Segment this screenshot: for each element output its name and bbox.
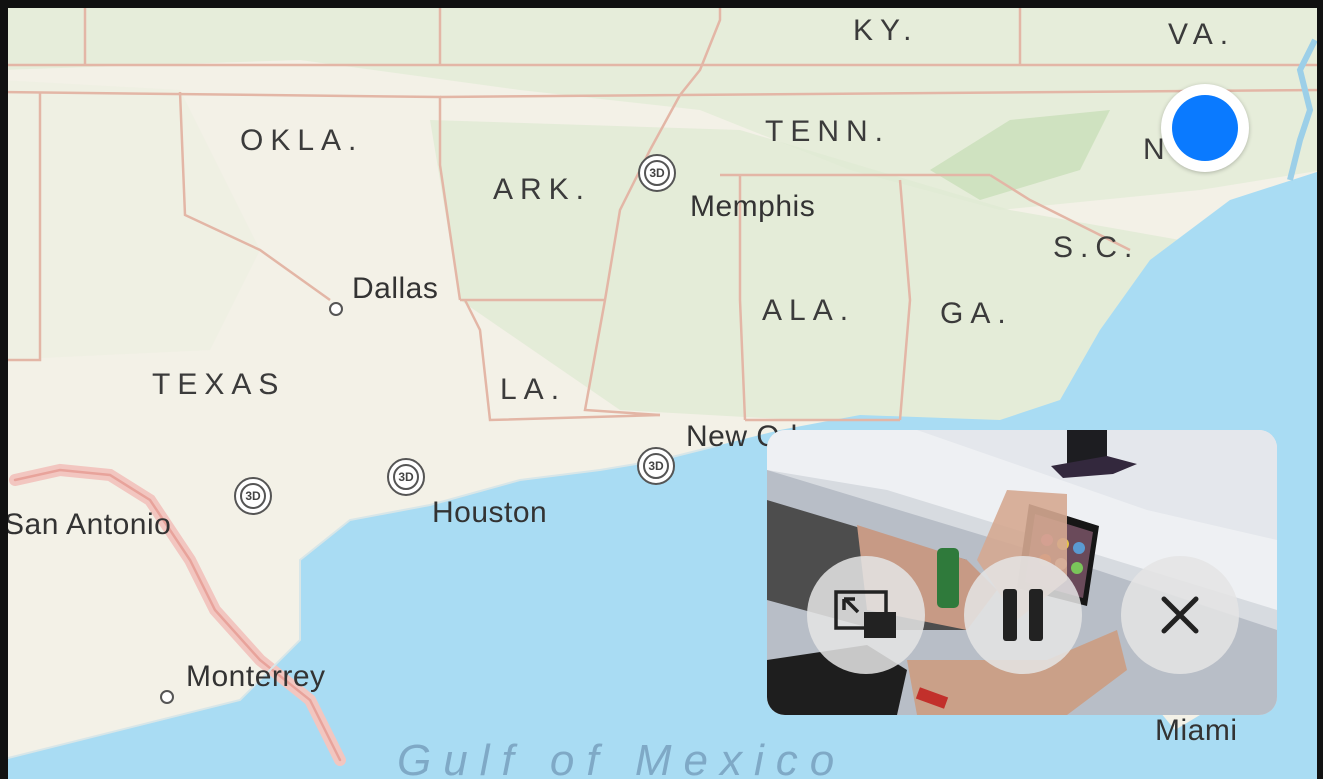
badge-3d-label: 3D bbox=[643, 453, 669, 479]
maps-app: KY. VA. OKLA. TENN. ARK. N S.C. ALA. GA.… bbox=[0, 0, 1323, 779]
city-dot-monterrey[interactable] bbox=[160, 690, 174, 704]
badge-3d-label: 3D bbox=[644, 160, 670, 186]
3d-flyover-icon[interactable]: 3D bbox=[234, 477, 272, 515]
picture-in-picture-restore-icon bbox=[834, 590, 896, 638]
state-label-la: LA. bbox=[500, 373, 567, 406]
3d-flyover-icon[interactable]: 3D bbox=[387, 458, 425, 496]
state-label-okla: OKLA. bbox=[240, 124, 364, 157]
city-label-monterrey[interactable]: Monterrey bbox=[186, 660, 326, 694]
state-label-ark: ARK. bbox=[493, 173, 592, 206]
close-button[interactable] bbox=[1121, 556, 1239, 674]
pip-restore-button[interactable] bbox=[807, 556, 925, 674]
3d-flyover-icon[interactable]: 3D bbox=[637, 447, 675, 485]
city-label-houston[interactable]: Houston bbox=[432, 496, 547, 530]
state-label-ky: KY. bbox=[853, 14, 919, 47]
location-icon bbox=[1172, 95, 1238, 161]
state-label-tenn: TENN. bbox=[765, 115, 890, 148]
current-location-dot[interactable] bbox=[1161, 84, 1249, 172]
badge-3d-label: 3D bbox=[393, 464, 419, 490]
city-label-miami[interactable]: Miami bbox=[1155, 714, 1238, 748]
state-label-ga: GA. bbox=[940, 297, 1013, 330]
pause-button[interactable] bbox=[964, 556, 1082, 674]
3d-flyover-icon[interactable]: 3D bbox=[638, 154, 676, 192]
water-label-gulf: Gulf of Mexico bbox=[397, 736, 847, 779]
badge-3d-label: 3D bbox=[240, 483, 266, 509]
state-label-sc: S.C. bbox=[1053, 231, 1140, 264]
city-label-memphis[interactable]: Memphis bbox=[690, 190, 815, 224]
pause-icon bbox=[1003, 589, 1043, 641]
city-dot-dallas[interactable] bbox=[329, 302, 343, 316]
state-label-ala: ALA. bbox=[762, 294, 856, 327]
state-label-va: VA. bbox=[1168, 18, 1236, 51]
city-label-san-antonio[interactable]: San Antonio bbox=[4, 508, 171, 542]
state-label-texas: TEXAS bbox=[152, 368, 286, 401]
city-label-dallas[interactable]: Dallas bbox=[352, 272, 438, 306]
close-icon bbox=[1161, 596, 1199, 634]
